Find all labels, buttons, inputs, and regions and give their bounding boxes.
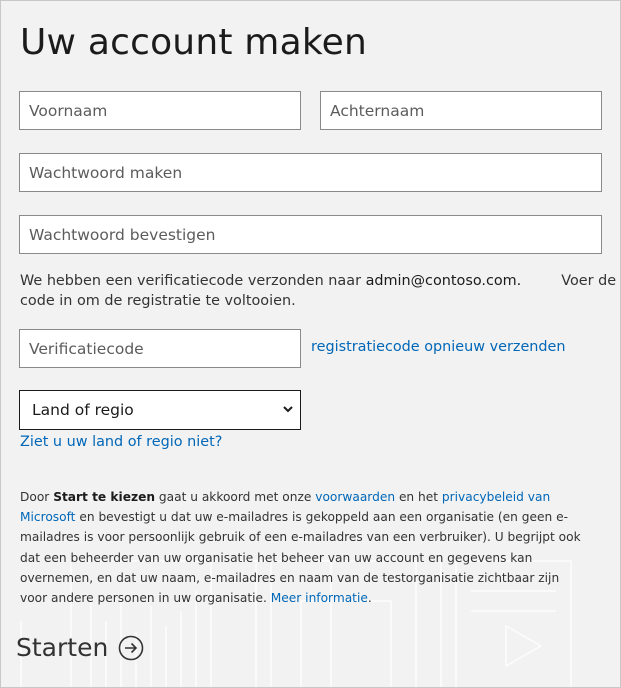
legal-text-1: Door	[20, 490, 50, 504]
page-title: Uw account maken	[20, 22, 367, 63]
verification-text-after-b: code in om de registratie te voltooien.	[20, 293, 296, 309]
country-select[interactable]: Land of regio	[19, 390, 301, 430]
legal-notice: Door Start te kiezen gaat u akkoord met …	[20, 487, 590, 608]
chevron-down-icon	[283, 406, 293, 413]
country-select-value: Land of regio	[32, 401, 134, 419]
confirm-password-input[interactable]	[19, 215, 602, 254]
last-name-input[interactable]	[320, 91, 602, 130]
more-info-link[interactable]: Meer informatie	[271, 591, 368, 605]
verification-message: We hebben een verificatiecode verzonden …	[20, 271, 616, 311]
terms-link[interactable]: voorwaarden	[315, 490, 395, 504]
verification-code-input[interactable]	[19, 329, 301, 368]
legal-text-2: gaat u akkoord met onze	[158, 490, 312, 504]
start-button[interactable]: Starten	[16, 628, 144, 668]
legal-text-3: en het	[398, 490, 439, 504]
password-input[interactable]	[19, 153, 602, 192]
verification-text-after-a: Voer de	[561, 273, 617, 289]
resend-code-link[interactable]: registratiecode opnieuw verzenden	[311, 337, 566, 357]
verification-email: admin@contoso.com.	[365, 273, 522, 289]
country-not-listed-link[interactable]: Ziet u uw land of regio niet?	[20, 432, 222, 452]
verification-text-before: We hebben een verificatiecode verzonden …	[20, 273, 361, 289]
legal-start-bold: Start te kiezen	[53, 490, 156, 504]
signup-panel: Uw account maken We hebben een verificat…	[0, 0, 621, 688]
first-name-input[interactable]	[19, 91, 301, 130]
start-button-label: Starten	[16, 633, 109, 662]
legal-text-5: .	[367, 591, 372, 606]
arrow-right-circle-icon	[119, 635, 144, 661]
